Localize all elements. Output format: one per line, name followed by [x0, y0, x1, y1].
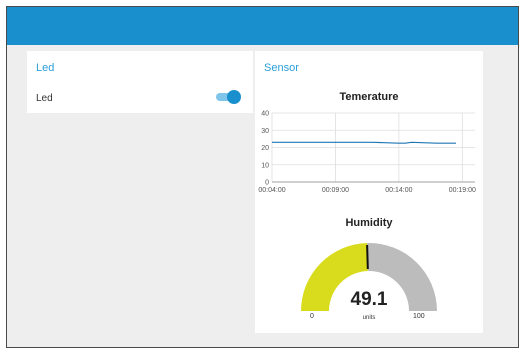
led-card-title: Led — [36, 62, 55, 74]
gauge-needle — [366, 244, 369, 270]
led-switch-label: Led — [36, 93, 53, 104]
sensor-card: Sensor Temerature 0 10 20 30 40 00:04:00 00:09… — [255, 51, 483, 333]
gauge-min-label: 0 — [310, 313, 314, 320]
gauge-max-label: 100 — [413, 313, 425, 320]
toggle-knob — [227, 90, 241, 104]
header-bar — [7, 7, 518, 45]
gauge-value: 49.1 — [350, 289, 388, 310]
led-toggle-switch[interactable] — [216, 90, 241, 104]
led-card: Led Led — [27, 51, 253, 113]
dashboard-frame: Led Led Sensor Temerature 0 10 20 30 40 00:04… — [6, 6, 519, 348]
gauge-units: units — [362, 315, 376, 321]
